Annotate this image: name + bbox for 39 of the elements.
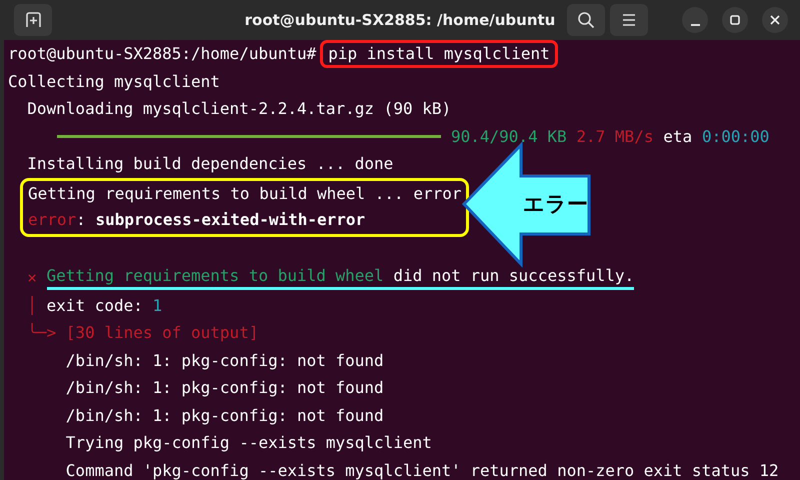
terminal-text: 90.4/90.4 KB (451, 126, 567, 148)
terminal-text: Trying pkg-config --exists mysqlclient (64, 432, 432, 454)
minimize-button[interactable] (682, 7, 708, 33)
terminal-text: Command 'pkg-config --exists mysqlclient' returned non-zero exit status 12 (64, 460, 779, 480)
terminal-text: root@ubuntu-SX2885:/home/ubuntu# (8, 43, 316, 65)
menu-icon (621, 13, 637, 27)
terminal-text: eta (663, 126, 692, 148)
maximize-button[interactable] (722, 7, 748, 33)
terminal-text: did not run successfully. (384, 265, 634, 290)
terminal-text: /bin/sh: 1: pkg-config: not found (64, 404, 384, 426)
terminal-text: 0:00:00 (702, 126, 770, 148)
maximize-icon (729, 14, 741, 26)
terminal-text: /bin/sh: 1: pkg-config: not found (64, 377, 384, 399)
terminal-text: Installing build dependencies ... done (26, 153, 394, 175)
terminal-text: ╰─> [30 lines of output] (26, 322, 258, 344)
terminal-text: 2.7 MB/s (576, 126, 654, 148)
search-button[interactable] (567, 4, 605, 36)
terminal-text: Getting requirements to build wheel (46, 265, 384, 290)
terminal-text: Downloading mysqlclient-2.2.4.tar.gz (90 kB) (26, 98, 452, 120)
terminal-text: error (28, 209, 76, 231)
window-title: root@ubuntu-SX2885: /home/ubuntu (244, 11, 556, 29)
terminal-text: exit code: (46, 294, 144, 316)
callout-label: エラー (523, 191, 588, 217)
new-tab-icon (24, 11, 42, 29)
terminal-text: /bin/sh: 1: pkg-config: not found (64, 350, 384, 372)
search-icon (577, 11, 595, 29)
minimize-icon (690, 24, 700, 26)
menu-button[interactable] (610, 4, 648, 36)
new-tab-button[interactable] (14, 4, 52, 36)
terminal-text: × (26, 267, 38, 289)
terminal-text: 1 (152, 294, 162, 316)
terminal-text: │ (26, 294, 37, 317)
close-icon (769, 14, 781, 26)
close-button[interactable] (762, 7, 788, 33)
terminal-text: Collecting mysqlclient (8, 70, 220, 92)
terminal-text: subprocess-exited-with-error (95, 209, 366, 231)
command-text: pip install mysqlclient (320, 40, 558, 68)
terminal-text: : (76, 209, 87, 231)
terminal-text: Getting requirements to build wheel ... error (28, 182, 462, 204)
